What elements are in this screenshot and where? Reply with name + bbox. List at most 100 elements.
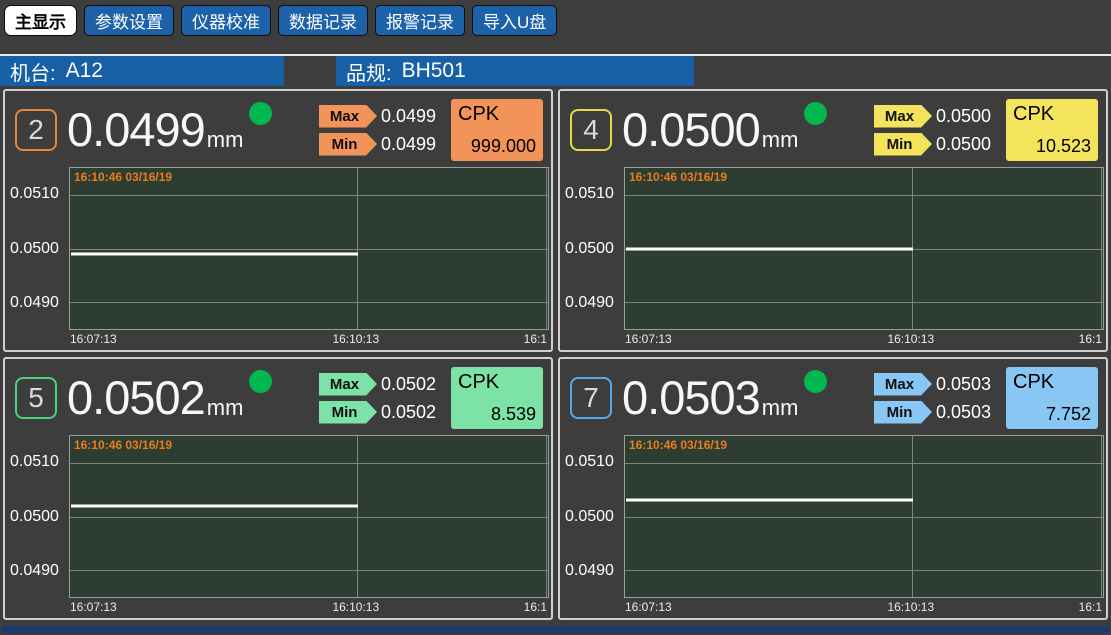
trend-line bbox=[626, 247, 913, 250]
product-value: BH501 bbox=[402, 59, 466, 83]
channel-number: 7 bbox=[583, 382, 599, 414]
min-tag: Min bbox=[319, 401, 377, 424]
v-gridline bbox=[1101, 168, 1102, 329]
x-tick: 16:10:13 bbox=[332, 332, 379, 346]
y-axis: 0.0510 0.0500 0.0490 bbox=[560, 435, 624, 598]
trend-chart: 16:10:46 03/16/19 bbox=[69, 435, 549, 598]
y-tick: 0.0490 bbox=[565, 562, 614, 580]
channel-number-badge: 5 bbox=[15, 377, 57, 419]
cpk-label: CPK bbox=[1013, 371, 1091, 394]
channel-panel-5: 5 0.0502 mm Max 0.0502 Min 0.0502 CPK 8.… bbox=[3, 357, 553, 620]
min-tag: Min bbox=[874, 133, 932, 156]
y-tick: 0.0500 bbox=[10, 240, 59, 258]
reading-unit: mm bbox=[762, 395, 799, 420]
y-tick: 0.0500 bbox=[565, 508, 614, 526]
max-min-block: Max 0.0499 Min 0.0499 bbox=[319, 105, 443, 156]
y-tick: 0.0510 bbox=[10, 185, 59, 203]
trend-chart: 16:10:46 03/16/19 bbox=[624, 167, 1104, 330]
info-bar: 机台: A12 品规: BH501 bbox=[0, 56, 1111, 86]
cpk-label: CPK bbox=[458, 371, 536, 394]
cpk-label: CPK bbox=[1013, 103, 1091, 126]
h-gridline bbox=[70, 195, 548, 196]
reading-value: 0.0499 bbox=[67, 108, 205, 153]
tab-import-usb[interactable]: 导入U盘 bbox=[472, 5, 557, 36]
h-gridline bbox=[625, 517, 1103, 518]
panel-header: 7 0.0503 mm Max 0.0503 Min 0.0503 CPK 7.… bbox=[560, 361, 1104, 435]
h-gridline bbox=[70, 570, 548, 571]
h-gridline bbox=[625, 302, 1103, 303]
tab-main-display[interactable]: 主显示 bbox=[4, 5, 77, 36]
reading-value: 0.0503 bbox=[622, 376, 760, 421]
min-row: Min 0.0503 bbox=[874, 401, 998, 424]
y-axis: 0.0510 0.0500 0.0490 bbox=[5, 435, 69, 598]
trend-line bbox=[71, 252, 358, 255]
y-tick: 0.0500 bbox=[10, 508, 59, 526]
chart-timestamp: 16:10:46 03/16/19 bbox=[74, 170, 172, 184]
machine-field: 机台: A12 bbox=[0, 56, 284, 86]
x-axis: 16:07:13 16:10:13 16:13:13 bbox=[624, 330, 1102, 348]
x-tick: 16:13:13 bbox=[1079, 332, 1102, 346]
h-gridline bbox=[70, 517, 548, 518]
channel-number: 5 bbox=[28, 382, 44, 414]
trend-line bbox=[626, 499, 913, 502]
v-gridline bbox=[357, 168, 358, 329]
status-ok-indicator bbox=[804, 102, 827, 125]
product-field: 品规: BH501 bbox=[336, 56, 694, 86]
x-tick: 16:13:13 bbox=[524, 600, 547, 614]
current-reading: 0.0499 mm bbox=[67, 108, 243, 153]
min-value: 0.0502 bbox=[381, 402, 443, 423]
channel-grid: 2 0.0499 mm Max 0.0499 Min 0.0499 CPK 99… bbox=[0, 86, 1111, 623]
panel-header: 5 0.0502 mm Max 0.0502 Min 0.0502 CPK 8.… bbox=[5, 361, 549, 435]
channel-number: 4 bbox=[583, 114, 599, 146]
cpk-box: CPK 7.752 bbox=[1006, 367, 1098, 429]
min-value: 0.0503 bbox=[936, 402, 998, 423]
y-axis: 0.0510 0.0500 0.0490 bbox=[5, 167, 69, 330]
machine-value: A12 bbox=[66, 59, 103, 83]
channel-number-badge: 7 bbox=[570, 377, 612, 419]
chart-timestamp: 16:10:46 03/16/19 bbox=[629, 438, 727, 452]
x-tick: 16:07:13 bbox=[625, 332, 672, 346]
bottom-status-strip bbox=[2, 626, 1109, 633]
max-value: 0.0500 bbox=[936, 106, 998, 127]
y-tick: 0.0490 bbox=[565, 294, 614, 312]
chart-area: 0.0510 0.0500 0.0490 16:10:46 03/16/19 bbox=[560, 435, 1104, 598]
x-axis: 16:07:13 16:10:13 16:13:13 bbox=[69, 598, 547, 616]
x-tick: 16:10:13 bbox=[887, 600, 934, 614]
min-row: Min 0.0502 bbox=[319, 401, 443, 424]
product-label: 品规: bbox=[346, 57, 392, 86]
x-axis: 16:07:13 16:10:13 16:13:13 bbox=[69, 330, 547, 348]
panel-header: 2 0.0499 mm Max 0.0499 Min 0.0499 CPK 99… bbox=[5, 93, 549, 167]
cpk-value: 7.752 bbox=[1013, 404, 1091, 425]
status-ok-indicator bbox=[249, 102, 272, 125]
max-row: Max 0.0503 bbox=[874, 373, 998, 396]
x-tick: 16:07:13 bbox=[70, 600, 117, 614]
h-gridline bbox=[625, 463, 1103, 464]
channel-number-badge: 4 bbox=[570, 109, 612, 151]
tab-data-records[interactable]: 数据记录 bbox=[278, 5, 368, 36]
tab-parameter-settings[interactable]: 参数设置 bbox=[84, 5, 174, 36]
tab-alarm-records[interactable]: 报警记录 bbox=[375, 5, 465, 36]
h-gridline bbox=[70, 302, 548, 303]
cpk-value: 8.539 bbox=[458, 404, 536, 425]
channel-number-badge: 2 bbox=[15, 109, 57, 151]
max-value: 0.0502 bbox=[381, 374, 443, 395]
y-tick: 0.0510 bbox=[565, 185, 614, 203]
y-tick: 0.0490 bbox=[10, 562, 59, 580]
y-tick: 0.0490 bbox=[10, 294, 59, 312]
max-value: 0.0499 bbox=[381, 106, 443, 127]
reading-value: 0.0500 bbox=[622, 108, 760, 153]
status-ok-indicator bbox=[804, 370, 827, 393]
v-gridline bbox=[546, 168, 547, 329]
max-row: Max 0.0502 bbox=[319, 373, 443, 396]
current-reading: 0.0500 mm bbox=[622, 108, 798, 153]
channel-number: 2 bbox=[28, 114, 44, 146]
machine-label: 机台: bbox=[10, 57, 56, 86]
max-tag: Max bbox=[319, 373, 377, 396]
v-gridline bbox=[546, 436, 547, 597]
status-ok-indicator bbox=[249, 370, 272, 393]
y-tick: 0.0510 bbox=[565, 453, 614, 471]
max-tag: Max bbox=[319, 105, 377, 128]
tab-instrument-calibration[interactable]: 仪器校准 bbox=[181, 5, 271, 36]
x-tick: 16:13:13 bbox=[524, 332, 547, 346]
trend-chart: 16:10:46 03/16/19 bbox=[69, 167, 549, 330]
